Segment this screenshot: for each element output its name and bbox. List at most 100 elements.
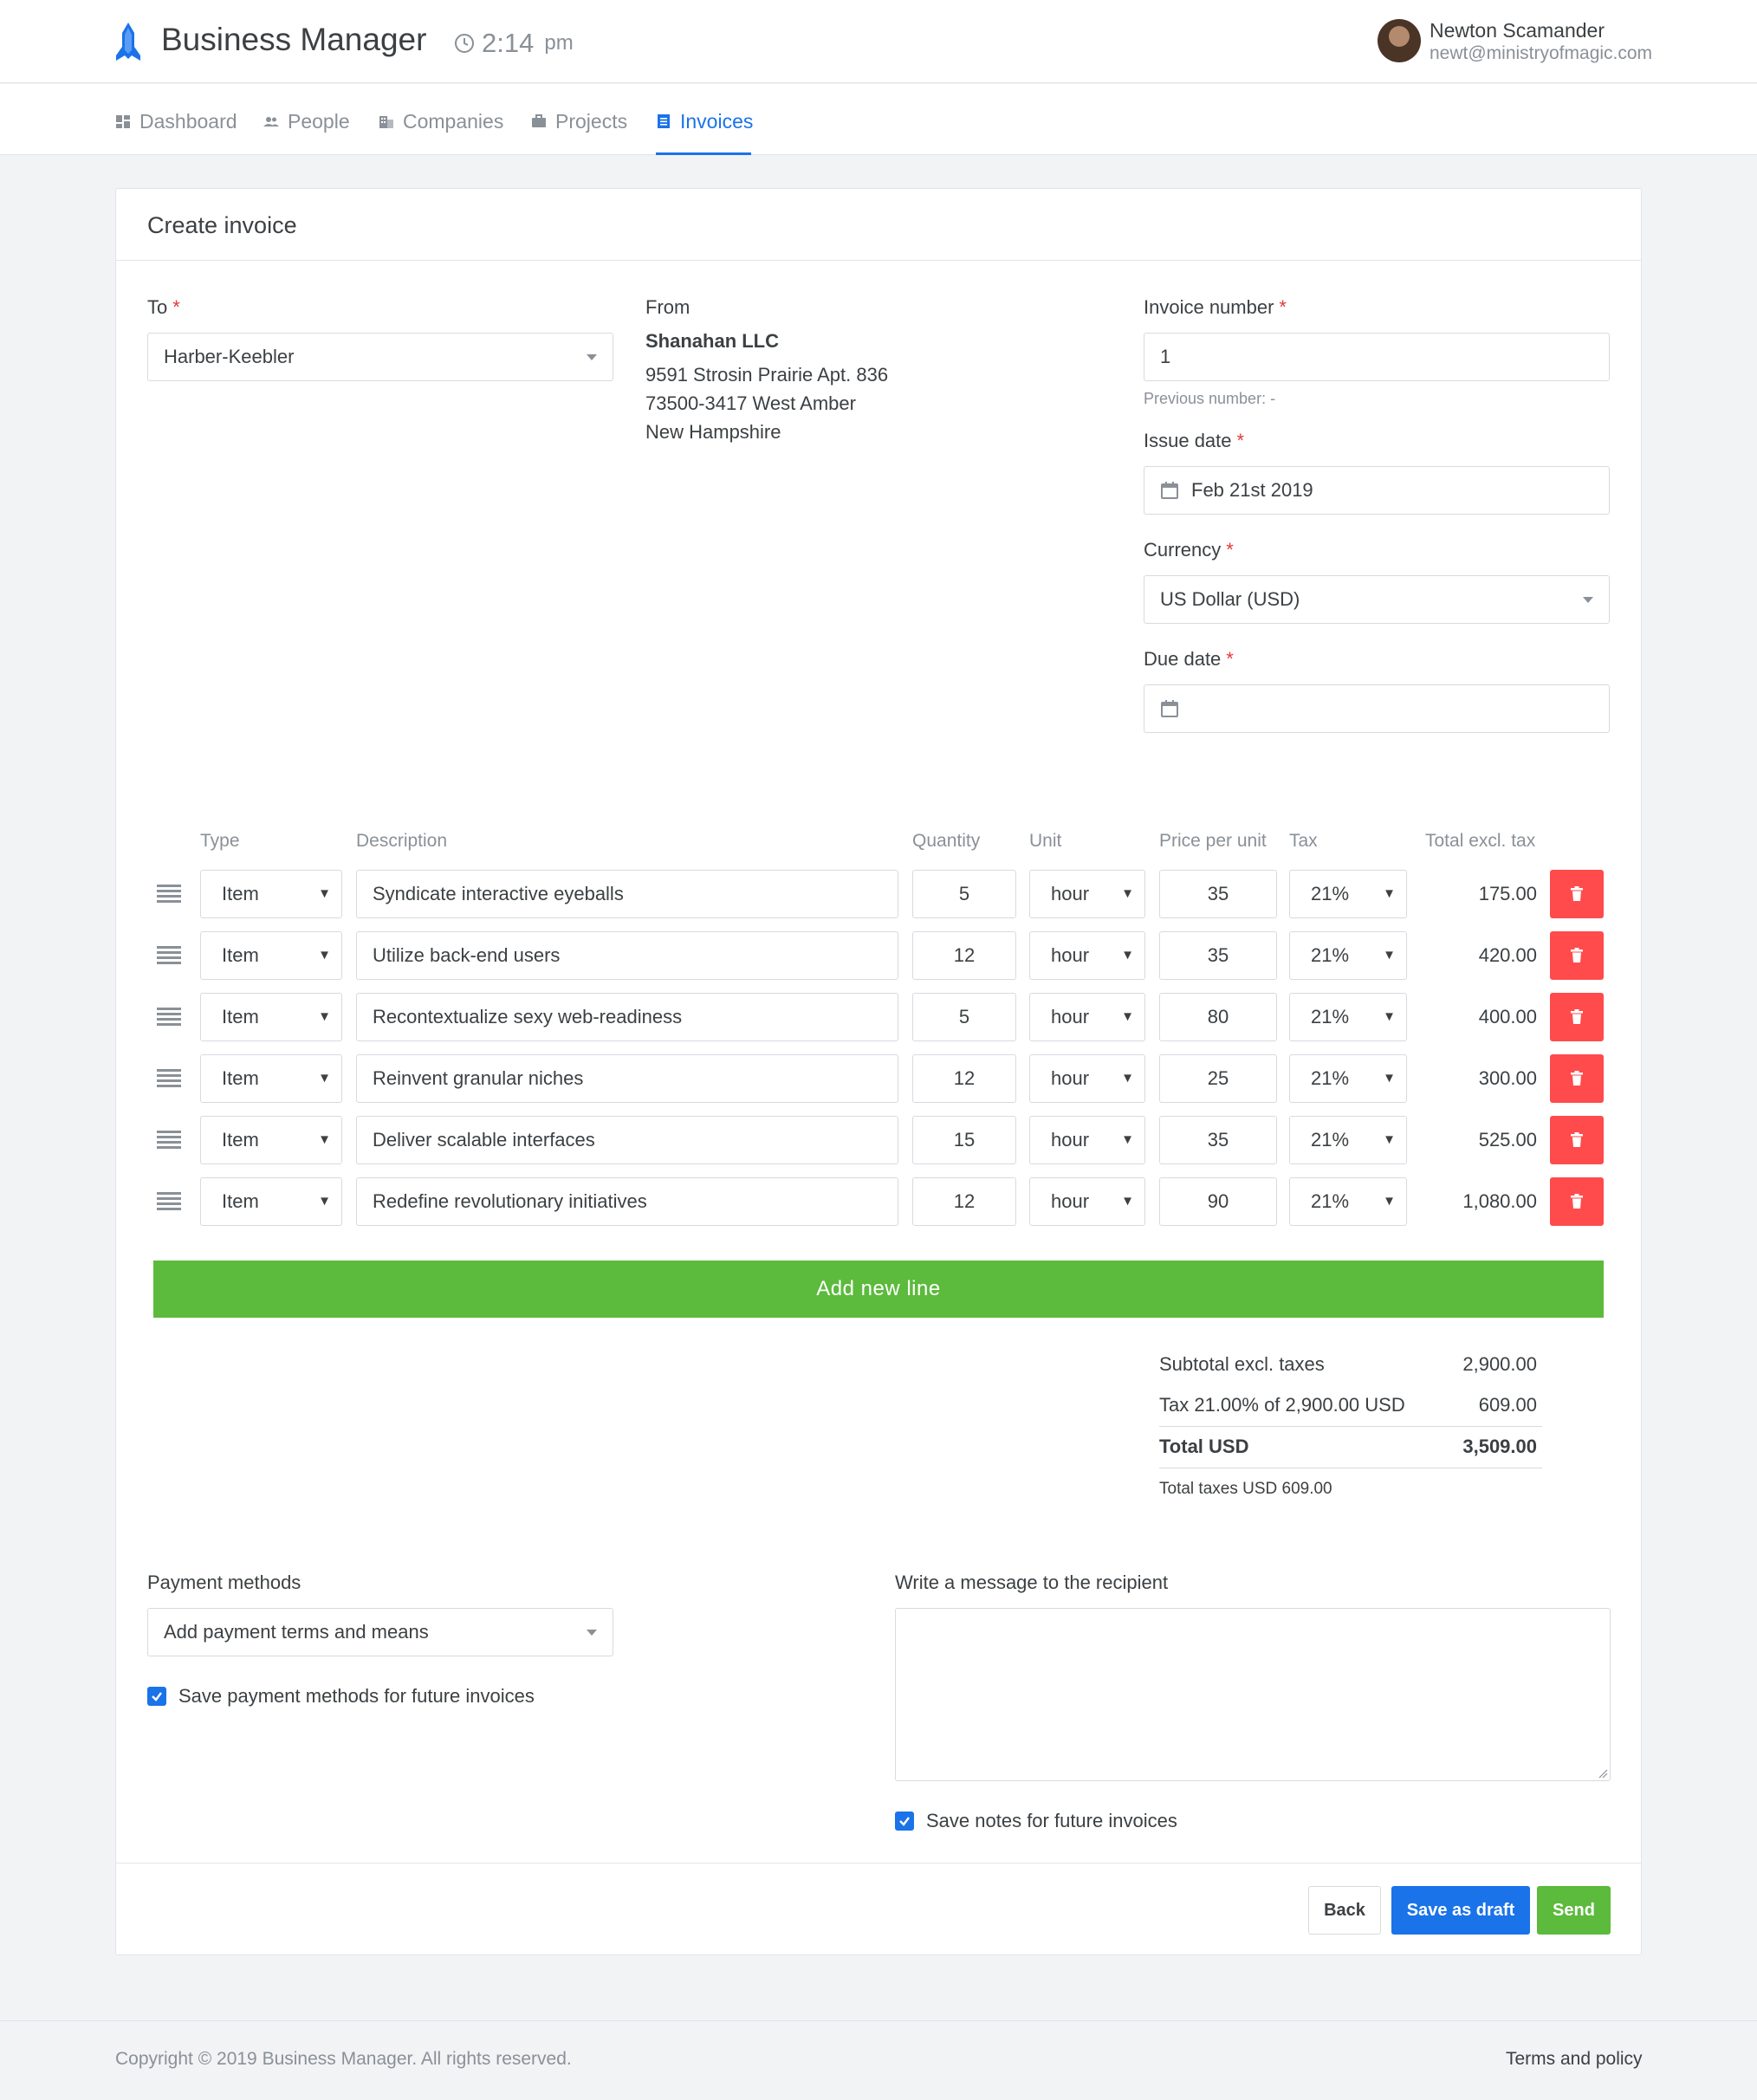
user-name[interactable]: Newton Scamander [1430, 17, 1605, 43]
delete-line-button[interactable] [1550, 931, 1604, 980]
quantity-input[interactable]: 15 [912, 1116, 1016, 1164]
price-input[interactable]: 80 [1159, 993, 1277, 1041]
tax-select[interactable]: 21% ▼ [1289, 1116, 1407, 1164]
caret-down-icon: ▼ [1121, 948, 1134, 962]
save-draft-button[interactable]: Save as draft [1391, 1886, 1530, 1935]
description-input[interactable]: Reinvent granular niches [356, 1054, 898, 1103]
unit-value: hour [1051, 1129, 1090, 1150]
due-date-input[interactable] [1144, 684, 1610, 733]
unit-select[interactable]: hour ▼ [1029, 1054, 1145, 1103]
caret-down-icon: ▼ [1383, 886, 1396, 901]
description-input[interactable]: Deliver scalable interfaces [356, 1116, 898, 1164]
description-input[interactable]: Recontextualize sexy web-readiness [356, 993, 898, 1041]
drag-handle-icon[interactable] [157, 1069, 181, 1088]
from-address-line: 9591 Strosin Prairie Apt. 836 [645, 364, 889, 386]
invoice-number-value: 1 [1160, 346, 1171, 367]
quantity-input[interactable]: 12 [912, 1054, 1016, 1103]
nav-item-people[interactable]: People [263, 104, 350, 139]
description-input[interactable]: Redefine revolutionary initiatives [356, 1177, 898, 1226]
drag-handle-icon[interactable] [157, 946, 181, 965]
nav-item-dashboard[interactable]: Dashboard [115, 104, 237, 139]
send-button[interactable]: Send [1537, 1886, 1611, 1935]
quantity-input[interactable]: 12 [912, 931, 1016, 980]
people-icon [263, 117, 279, 126]
unit-select[interactable]: hour ▼ [1029, 1177, 1145, 1226]
chevron-down-icon [587, 354, 597, 360]
tax-select[interactable]: 21% ▼ [1289, 1054, 1407, 1103]
price-input[interactable]: 35 [1159, 870, 1277, 918]
required-mark: * [172, 296, 180, 318]
description-input[interactable]: Utilize back-end users [356, 931, 898, 980]
tax-select[interactable]: 21% ▼ [1289, 931, 1407, 980]
delete-line-button[interactable] [1550, 1116, 1604, 1164]
drag-handle-icon[interactable] [157, 1192, 181, 1211]
description-input[interactable]: Syndicate interactive eyeballs [356, 870, 898, 918]
calendar-icon [1161, 700, 1178, 717]
current-time: 2:14 pm [454, 26, 574, 61]
unit-value: hour [1051, 1190, 1090, 1212]
calendar-icon [1161, 482, 1178, 499]
type-select[interactable]: Item ▼ [200, 1177, 342, 1226]
quantity-value: 5 [958, 883, 970, 904]
invoice-number-input[interactable]: 1 [1144, 333, 1610, 381]
nav-item-projects[interactable]: Projects [531, 104, 627, 139]
app-logo-icon[interactable] [111, 21, 146, 62]
tax-select[interactable]: 21% ▼ [1289, 993, 1407, 1041]
message-label: Write a message to the recipient [895, 1572, 1169, 1593]
terms-link[interactable]: Terms and policy [1506, 2046, 1643, 2072]
checkbox-checked[interactable] [147, 1687, 166, 1706]
add-line-button[interactable]: Add new line [153, 1261, 1604, 1318]
drag-handle-icon[interactable] [157, 1131, 181, 1150]
delete-line-button[interactable] [1550, 870, 1604, 918]
checkbox-checked[interactable] [895, 1812, 914, 1831]
price-input[interactable]: 25 [1159, 1054, 1277, 1103]
save-notes[interactable]: Save notes for future invoices [895, 1808, 1177, 1834]
trash-icon [1571, 1009, 1583, 1024]
price-input[interactable]: 90 [1159, 1177, 1277, 1226]
price-value: 35 [1207, 944, 1229, 966]
type-select[interactable]: Item ▼ [200, 993, 342, 1041]
required-mark: * [1279, 296, 1287, 318]
price-input[interactable]: 35 [1159, 931, 1277, 980]
tax-value: 21% [1311, 1129, 1350, 1150]
drag-handle-icon[interactable] [157, 885, 181, 904]
resize-handle-icon[interactable] [1598, 1768, 1608, 1779]
quantity-input[interactable]: 12 [912, 1177, 1016, 1226]
back-button[interactable]: Back [1308, 1886, 1381, 1935]
from-label: From [645, 296, 690, 318]
type-select[interactable]: Item ▼ [200, 870, 342, 918]
payment-methods-select[interactable]: Add payment terms and means [147, 1608, 613, 1656]
to-select[interactable]: Harber-Keebler [147, 333, 613, 381]
unit-select[interactable]: hour ▼ [1029, 993, 1145, 1041]
total-label: Total USD [1159, 1436, 1249, 1457]
avatar[interactable] [1378, 19, 1421, 62]
issue-date-input[interactable]: Feb 21st 2019 [1144, 466, 1610, 515]
type-select[interactable]: Item ▼ [200, 931, 342, 980]
unit-select[interactable]: hour ▼ [1029, 1116, 1145, 1164]
price-value: 90 [1207, 1190, 1229, 1212]
unit-select[interactable]: hour ▼ [1029, 931, 1145, 980]
delete-line-button[interactable] [1550, 993, 1604, 1041]
quantity-input[interactable]: 5 [912, 870, 1016, 918]
nav-item-invoices[interactable]: Invoices [656, 104, 753, 139]
tax-value: 21% [1311, 1190, 1350, 1212]
tax-select[interactable]: 21% ▼ [1289, 870, 1407, 918]
nav-item-companies[interactable]: Companies [379, 104, 503, 139]
currency-select[interactable]: US Dollar (USD) [1144, 575, 1610, 624]
delete-line-button[interactable] [1550, 1054, 1604, 1103]
delete-line-button[interactable] [1550, 1177, 1604, 1226]
tax-select[interactable]: 21% ▼ [1289, 1177, 1407, 1226]
projects-icon [532, 114, 546, 127]
price-input[interactable]: 35 [1159, 1116, 1277, 1164]
type-select[interactable]: Item ▼ [200, 1116, 342, 1164]
type-select[interactable]: Item ▼ [200, 1054, 342, 1103]
drag-handle-icon[interactable] [157, 1008, 181, 1027]
save-payment-methods[interactable]: Save payment methods for future invoices [147, 1683, 535, 1709]
issue-date-value: Feb 21st 2019 [1191, 479, 1313, 501]
quantity-input[interactable]: 5 [912, 993, 1016, 1041]
caret-down-icon: ▼ [1383, 1071, 1396, 1086]
message-textarea[interactable] [895, 1608, 1611, 1781]
type-value: Item [222, 1006, 259, 1027]
unit-select[interactable]: hour ▼ [1029, 870, 1145, 918]
issue-date-label-text: Issue date [1144, 430, 1232, 451]
